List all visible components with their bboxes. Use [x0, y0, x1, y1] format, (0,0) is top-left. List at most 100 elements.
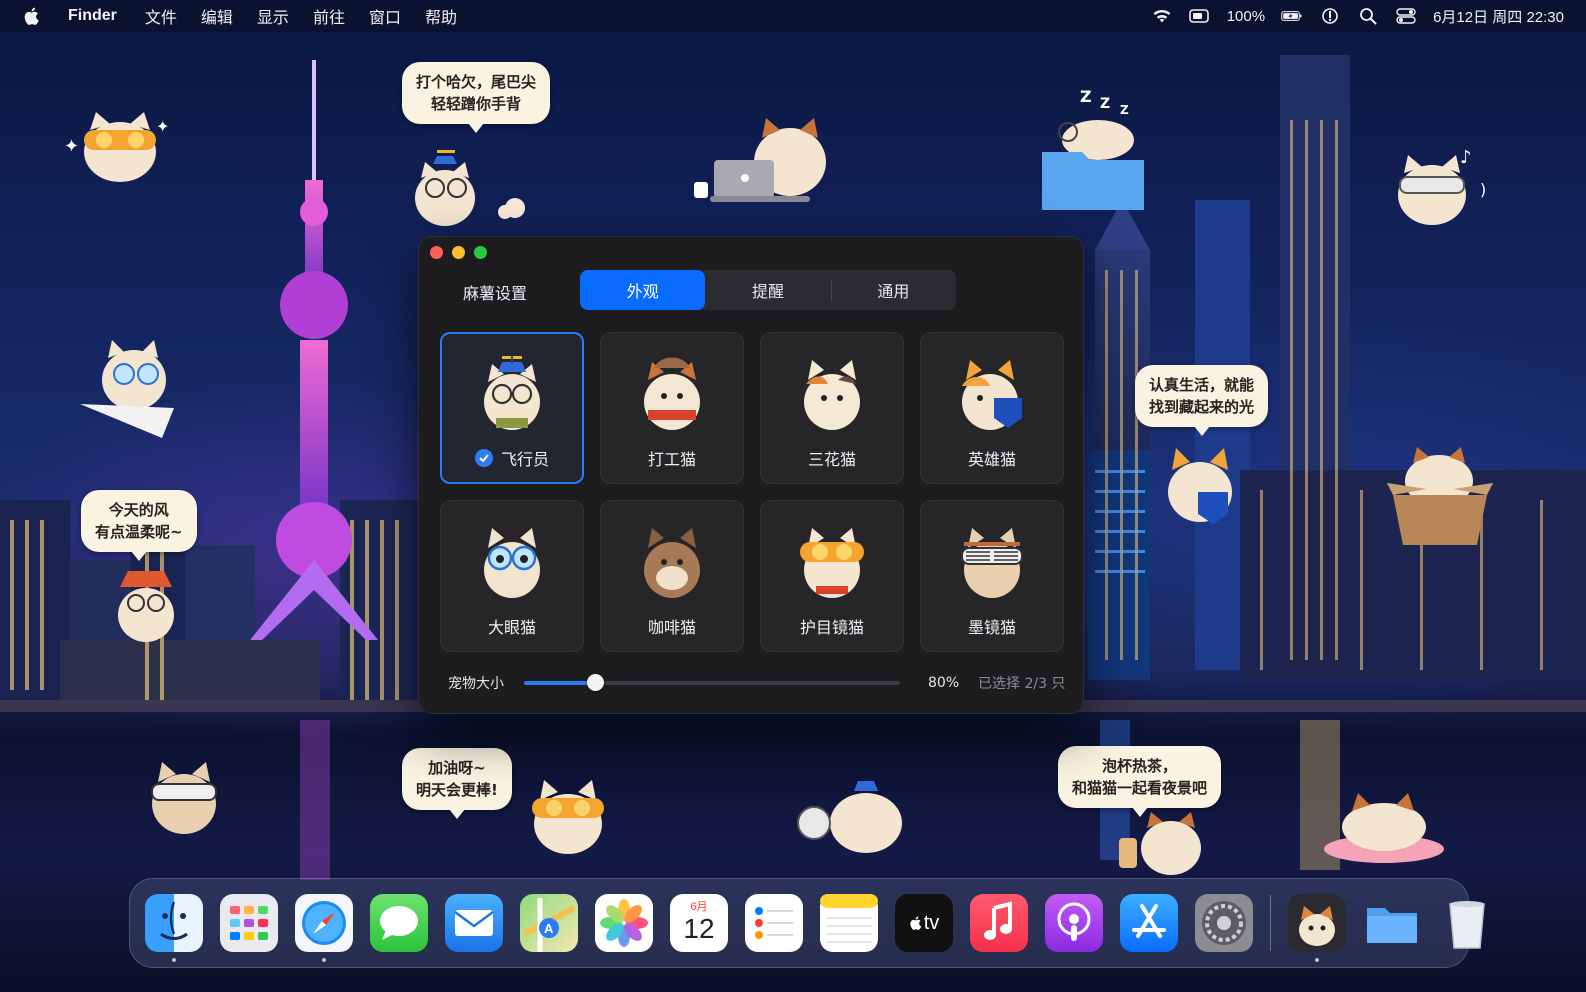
svg-text:A: A [544, 921, 554, 936]
tab-general[interactable]: 通用 [830, 270, 956, 310]
tea-cat-sticker [1119, 812, 1201, 875]
trash-icon [1449, 901, 1485, 949]
goggles-cat-sticker: ✦✦ [64, 112, 169, 182]
propeller-cat-bottom-sticker [797, 781, 902, 853]
pet-size-slider[interactable] [524, 674, 900, 691]
slider-knob[interactable] [587, 674, 605, 691]
dock-maps[interactable]: A [520, 894, 578, 952]
dock-app-store[interactable] [1120, 894, 1178, 952]
dock-downloads-folder[interactable] [1363, 894, 1421, 952]
menu-edit[interactable]: 编辑 [201, 4, 233, 28]
pet-card-hero[interactable]: 英雄猫 [920, 332, 1064, 484]
dock-mail[interactable] [445, 894, 503, 952]
dock-trash[interactable] [1438, 894, 1496, 952]
box-cat-sticker [1387, 447, 1493, 545]
podcasts-icon [1057, 902, 1091, 941]
sunglasses-cat-sticker: ♪) [1398, 147, 1486, 225]
dock-mochi-pet-app[interactable] [1288, 894, 1346, 962]
speech-bubble-tea: 泡杯热茶， 和猫猫一起看夜景吧 [1058, 746, 1222, 817]
messages-icon [380, 906, 418, 940]
goggles-cat-icon [800, 528, 864, 598]
pilot-cat-sticker [415, 150, 525, 226]
battery-percent: 100% [1226, 7, 1266, 25]
pet-name-label: 护目镜猫 [799, 618, 864, 637]
apple-tv-label: tv [923, 911, 940, 934]
paper-plane-cat-sticker [80, 340, 174, 438]
dock-notes[interactable] [820, 894, 878, 952]
pilot-cat-icon [484, 356, 540, 430]
dock-reminders[interactable] [745, 894, 803, 952]
menu-file[interactable]: 文件 [145, 4, 177, 28]
pet-card-worker[interactable]: 打工猫 [600, 332, 744, 484]
dock-finder[interactable] [145, 894, 203, 962]
cushion-cat-sticker [1324, 793, 1444, 863]
vpn-icon[interactable] [1319, 7, 1341, 25]
shades-cat-sticker [151, 762, 217, 834]
folder-icon [1367, 908, 1417, 943]
close-button[interactable] [430, 246, 443, 259]
dock-system-settings[interactable] [1195, 894, 1253, 952]
dock-separator [1270, 895, 1271, 951]
input-source-icon[interactable] [1188, 7, 1211, 25]
battery-icon[interactable] [1281, 7, 1303, 25]
spotlight-search-icon[interactable] [1357, 7, 1379, 25]
dock-messages[interactable] [370, 894, 428, 952]
dock-launchpad[interactable] [220, 894, 278, 952]
pet-card-calico[interactable]: 三花猫 [760, 332, 904, 484]
bubble-line: 和猫猫一起看夜景吧 [1072, 779, 1208, 797]
dock-calendar[interactable]: 6月 12 [670, 894, 728, 952]
hero-cat-sticker [1168, 448, 1232, 524]
menu-go[interactable]: 前往 [313, 4, 345, 28]
dock-podcasts[interactable] [1045, 894, 1103, 952]
bubble-line: 泡杯热茶， [1102, 757, 1178, 775]
bubble-line: 有点温柔呢~ [95, 523, 183, 541]
launchpad-icon [230, 906, 268, 940]
minimize-button[interactable] [452, 246, 465, 259]
bubble-line: 找到藏起来的光 [1149, 398, 1255, 416]
control-center-icon[interactable] [1395, 7, 1417, 25]
safari-icon [302, 901, 346, 945]
dock: A 6月 12 tv [129, 878, 1485, 968]
speech-bubble-yawn: 打个哈欠，尾巴尖 轻轻蹭你手背 [402, 62, 551, 133]
wifi-icon[interactable] [1151, 7, 1173, 25]
pet-size-row: 宠物大小 80% 已选择 2/3 只 [448, 672, 1068, 694]
maps-icon: A [522, 898, 576, 952]
menu-app-name[interactable]: Finder [68, 7, 117, 25]
app-store-icon [1132, 904, 1166, 938]
pet-card-big-eyes[interactable]: 大眼猫 [440, 500, 584, 652]
pet-card-coffee[interactable]: 咖啡猫 [600, 500, 744, 652]
hat-cat-sticker [118, 571, 174, 642]
tab-reminders[interactable]: 提醒 [705, 270, 830, 310]
pet-name-label: 英雄猫 [967, 450, 1016, 469]
apple-menu-icon[interactable] [22, 6, 42, 26]
dock-photos[interactable] [595, 894, 653, 952]
window-controls [430, 246, 487, 259]
photos-icon [600, 899, 648, 947]
dock-music[interactable] [970, 894, 1028, 952]
menu-clock[interactable]: 6月12日 周四 22:30 [1433, 6, 1564, 27]
sleeping-cat-on-folder-sticker: ZZZ [1042, 87, 1144, 210]
calendar-day: 12 [683, 913, 715, 944]
goggles-cat-bottom-sticker [532, 780, 604, 854]
pet-card-sunglasses[interactable]: 墨镜猫 [920, 500, 1064, 652]
menu-view[interactable]: 显示 [257, 4, 289, 28]
pet-card-goggles[interactable]: 护目镜猫 [760, 500, 904, 652]
menu-help[interactable]: 帮助 [425, 4, 457, 28]
tab-appearance[interactable]: 外观 [580, 270, 706, 310]
pet-card-pilot[interactable]: 飞行员 [440, 332, 584, 484]
finder-icon [160, 901, 188, 940]
svg-text:♪: ♪ [1460, 147, 1472, 168]
zoom-button[interactable] [474, 246, 487, 259]
coffee-cat-icon [644, 528, 700, 598]
bubble-line: 认真生活，就能 [1149, 376, 1255, 394]
menu-window[interactable]: 窗口 [369, 4, 401, 28]
window-title: 麻薯设置 [463, 284, 528, 303]
slider-fill [524, 681, 596, 685]
dock-apple-tv[interactable]: tv [895, 894, 953, 952]
music-note-icon [984, 901, 1012, 940]
pet-name-label: 三花猫 [807, 450, 856, 469]
settings-tab-bar: 外观 提醒 通用 [580, 270, 956, 310]
running-indicator [322, 958, 326, 962]
dock-safari[interactable] [295, 894, 353, 962]
pet-name-label: 打工猫 [647, 450, 696, 469]
